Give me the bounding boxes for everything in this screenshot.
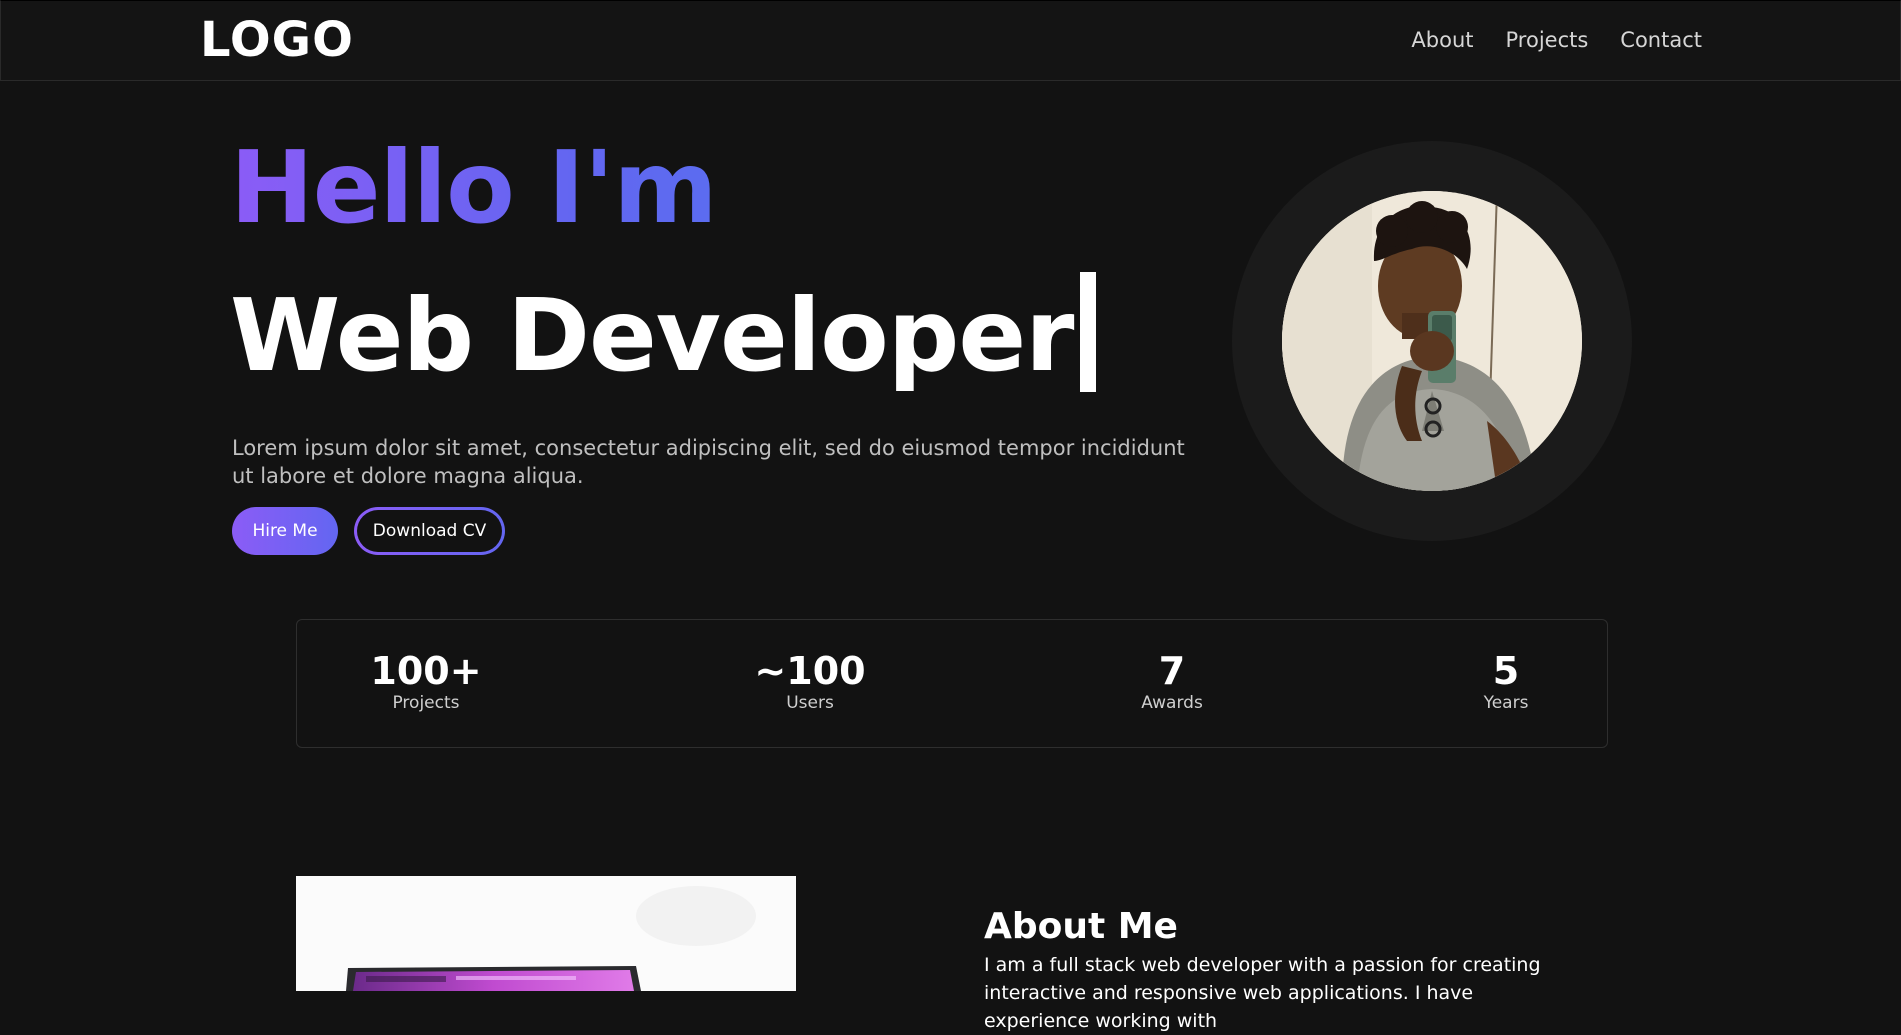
stat-value: ~100 <box>754 649 866 693</box>
hero-intro: Lorem ipsum dolor sit amet, consectetur … <box>232 436 1185 488</box>
typing-cursor <box>1079 272 1096 392</box>
stat-label: Years <box>1483 693 1529 713</box>
nav-link-projects[interactable]: Projects <box>1506 25 1589 55</box>
hero-role-wrapper: Web Developer <box>230 272 1096 396</box>
stat-label: Awards <box>1141 693 1203 713</box>
stat-years: 5 Years <box>1484 650 1529 714</box>
hero-role: Web Developer <box>230 277 1074 394</box>
stat-awards: 7 Awards <box>1141 650 1203 714</box>
nav-link-about[interactable]: About <box>1411 25 1473 55</box>
stats-panel: 100+ Projects ~100 Users 7 Awards 5 Year… <box>296 619 1608 748</box>
download-cv-button[interactable]: Download CV <box>354 507 505 555</box>
about-text: I am a full stack web developer with a p… <box>984 954 1541 1032</box>
stat-users: ~100 Users <box>754 650 865 714</box>
about-title: About Me <box>984 905 1178 947</box>
about-image <box>296 876 796 991</box>
logo[interactable]: LOGO <box>200 13 354 67</box>
navbar: LOGO About Projects Contact <box>0 0 1901 81</box>
nav-links: About Projects Contact <box>1411 25 1702 55</box>
laptop-photo <box>296 876 796 991</box>
stat-label: Users <box>786 693 834 713</box>
profile-photo <box>1282 191 1582 491</box>
hero-greeting: Hello I'm <box>230 129 718 246</box>
download-cv-label: Download CV <box>357 510 502 552</box>
hire-me-button[interactable]: Hire Me <box>232 507 338 555</box>
stat-value: 5 <box>1492 649 1520 693</box>
stat-value: 7 <box>1158 649 1186 693</box>
stat-projects: 100+ Projects <box>370 650 481 714</box>
stat-label: Projects <box>392 693 460 713</box>
nav-link-contact[interactable]: Contact <box>1620 25 1702 55</box>
stat-value: 100+ <box>370 649 482 693</box>
avatar <box>1282 191 1582 491</box>
